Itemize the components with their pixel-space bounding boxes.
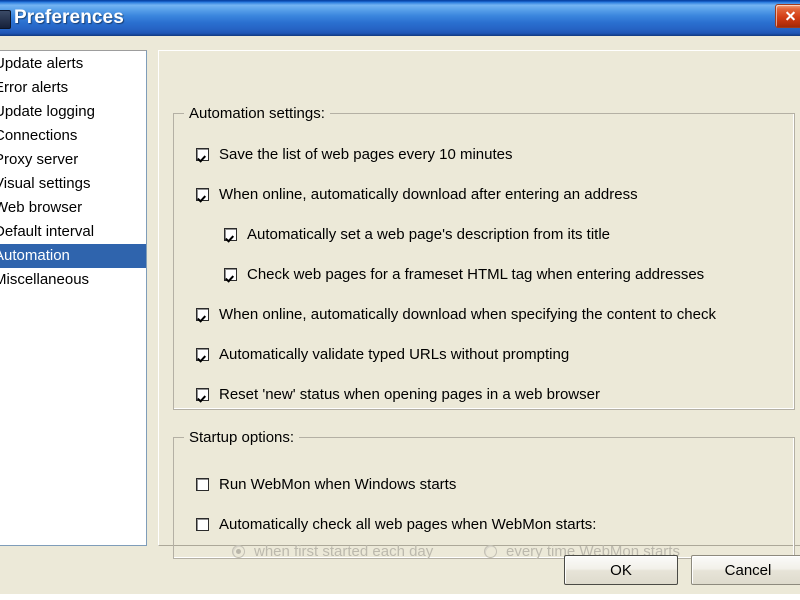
checkbox-row[interactable]: When online, automatically download when… [196,306,716,323]
startup-options-group: Startup options: Run WebMon when Windows… [173,429,795,560]
title-bar[interactable]: Preferences [0,0,800,36]
category-listbox[interactable]: Update alerts Error alerts Update logging C… [0,50,147,546]
checkbox-checked-icon[interactable] [196,308,209,321]
sidebar-item-error-alerts[interactable]: Error alerts [0,76,146,100]
sidebar-item-visual-settings[interactable]: Visual settings [0,172,146,196]
checkbox-label: Check web pages for a frameset HTML tag … [247,266,705,283]
sidebar-item-default-interval[interactable]: Default interval [0,220,146,244]
checkbox-label: Reset 'new' status when opening pages in… [219,386,600,403]
checkbox-checked-icon[interactable] [196,348,209,361]
sidebar-item-update-logging[interactable]: Update logging [0,100,146,124]
ok-button[interactable]: OK [564,555,678,585]
app-icon [0,10,11,29]
checkbox-label: Automatically check all web pages when W… [219,516,597,533]
checkbox-label: Automatically validate typed URLs withou… [219,346,570,363]
checkbox-row[interactable]: Automatically set a web page's descripti… [224,226,610,243]
checkbox-row[interactable]: Reset 'new' status when opening pages in… [196,386,600,403]
checkbox-label: When online, automatically download afte… [219,186,638,203]
sidebar-item-web-browser[interactable]: Web browser [0,196,146,220]
sidebar-item-proxy-server[interactable]: Proxy server [0,148,146,172]
radio-label: when first started each day [254,543,434,560]
checkbox-unchecked-icon[interactable] [196,478,209,491]
checkbox-row[interactable]: Save the list of web pages every 10 minu… [196,146,513,163]
automation-group-legend: Automation settings: [184,105,330,122]
checkbox-unchecked-icon[interactable] [196,518,209,531]
cancel-button[interactable]: Cancel [691,555,800,585]
checkbox-row[interactable]: Automatically check all web pages when W… [196,516,596,533]
checkbox-checked-icon[interactable] [196,148,209,161]
checkbox-label: Save the list of web pages every 10 minu… [219,146,513,163]
checkbox-checked-icon[interactable] [224,228,237,241]
checkbox-checked-icon[interactable] [224,268,237,281]
window-title: Preferences [14,7,124,28]
checkbox-row[interactable]: When online, automatically download afte… [196,186,638,203]
checkbox-checked-icon[interactable] [196,388,209,401]
sidebar-item-automation[interactable]: Automation [0,244,146,268]
checkbox-row[interactable]: Run WebMon when Windows starts [196,476,456,493]
automation-settings-group: Automation settings: Save the list of we… [173,105,795,410]
checkbox-label: When online, automatically download when… [219,306,716,323]
dialog-body: Update alerts Error alerts Update logging C… [0,36,800,594]
settings-panel: Automation settings: Save the list of we… [158,50,800,560]
window-controls [775,4,800,28]
radio-selected-icon [232,545,245,558]
close-icon[interactable] [775,4,800,28]
group-bevel [174,438,794,558]
screenshot-root: Preferences Update alerts Error alerts Upd… [0,0,800,600]
checkbox-row[interactable]: Automatically validate typed URLs withou… [196,346,569,363]
checkbox-label: Automatically set a web page's descripti… [247,226,611,243]
sidebar-item-update-alerts[interactable]: Update alerts [0,52,146,76]
checkbox-label: Run WebMon when Windows starts [219,476,457,493]
sidebar-item-miscellaneous[interactable]: Miscellaneous [0,268,146,292]
sidebar-item-connections[interactable]: Connections [0,124,146,148]
checkbox-row[interactable]: Check web pages for a frameset HTML tag … [224,266,704,283]
radio-row: when first started each day [232,543,433,560]
preferences-dialog: Preferences Update alerts Error alerts Upd… [0,0,800,594]
startup-group-legend: Startup options: [184,429,300,446]
radio-unselected-icon [484,545,497,558]
checkbox-checked-icon[interactable] [196,188,209,201]
